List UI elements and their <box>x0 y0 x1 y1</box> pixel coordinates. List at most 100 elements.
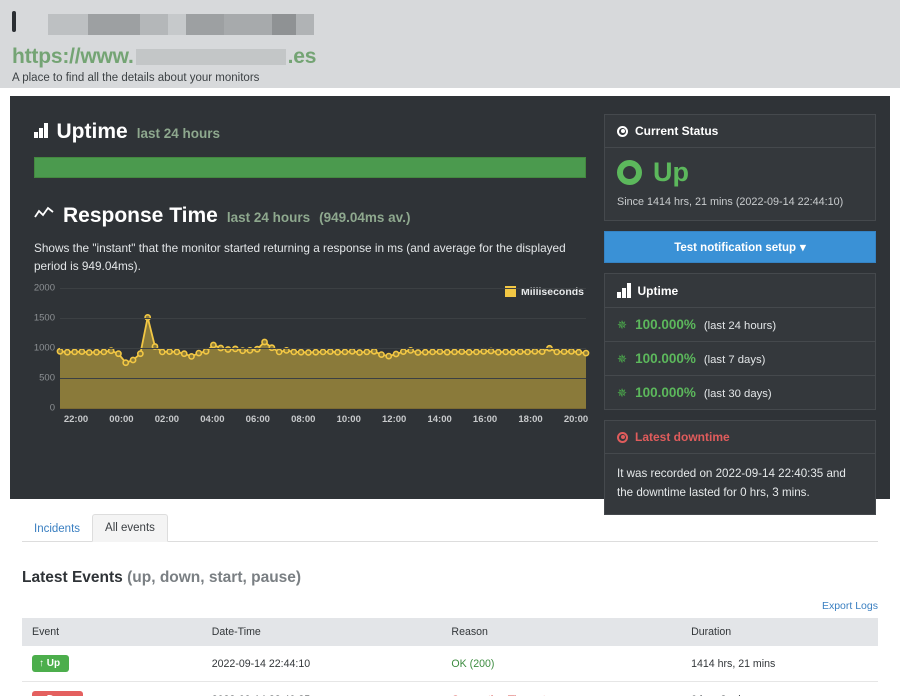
chart-data-point <box>560 347 568 355</box>
datetime-cell: 2022-09-14 22:40:35 <box>201 681 442 696</box>
reason-cell: Connection Timeout <box>441 681 682 696</box>
chart-data-point <box>370 347 378 355</box>
circle-dot-icon <box>617 431 628 443</box>
response-time-subtitle: last 24 hours <box>226 210 311 225</box>
uptime-stats-title: Uptime <box>637 283 679 298</box>
chart-data-point <box>399 347 407 355</box>
chart-x-tick-label: 04:00 <box>200 413 225 425</box>
response-time-description: Shows the "instant" that the monitor sta… <box>34 241 566 274</box>
chart-data-point <box>480 347 488 355</box>
chart-data-point <box>312 348 320 356</box>
chart-x-tick-label: 08:00 <box>291 413 316 425</box>
chart-y-tick-label: 2000 <box>33 282 55 294</box>
circle-dot-icon <box>617 125 628 137</box>
chart-x-tick-label: 14:00 <box>427 413 452 425</box>
chart-data-point <box>188 352 195 360</box>
chart-data-point <box>304 348 312 356</box>
chart-data-point <box>290 348 298 355</box>
chart-area-fill <box>60 316 586 408</box>
event-cell: ↑ Up <box>22 646 202 682</box>
uptime-percent: 100.000% <box>635 317 696 332</box>
status-badge: ↓ Down <box>32 691 83 696</box>
url-prefix: https://www. <box>12 44 134 68</box>
chart-y-tick-label: 1500 <box>33 312 55 324</box>
chart-data-point <box>575 348 583 356</box>
response-time-section-header: Response Time last 24 hours (949.04ms av… <box>34 204 590 228</box>
uptime-stats-header: Uptime <box>605 274 875 308</box>
status-row: Up <box>617 159 863 186</box>
column-header-reason: Reason <box>441 618 682 646</box>
uptime-percent: 100.000% <box>635 385 696 400</box>
export-logs-link[interactable]: Export Logs <box>822 600 878 612</box>
chart-data-point <box>158 348 166 355</box>
chart-data-point <box>341 348 349 355</box>
chart-y-tick-label: 0 <box>49 402 55 414</box>
chart-x-tick-label: 16:00 <box>472 413 498 425</box>
column-header-date-time: Date-Time <box>201 618 442 646</box>
chart-data-point <box>334 348 342 356</box>
chart-data-point <box>85 348 93 356</box>
chart-data-point <box>429 348 436 355</box>
monitor-url[interactable]: https://www. .es <box>12 43 900 70</box>
chart-y-tick-label: 1000 <box>33 342 55 354</box>
uptime-stat-row: ✵ 100.000% (last 7 days) <box>605 342 875 376</box>
chart-data-point <box>100 348 108 355</box>
chart-data-point <box>473 348 480 355</box>
chart-data-point <box>465 348 473 356</box>
response-time-title: Response Time <box>63 204 218 227</box>
chart-data-point <box>63 348 71 356</box>
chart-data-point <box>195 349 203 357</box>
dashboard-right-column: Current Status Up Since 1414 hrs, 21 min… <box>604 110 876 516</box>
chart-data-point <box>93 348 100 356</box>
status-since-text: Since 1414 hrs, 21 mins (2022-09-14 22:4… <box>617 196 844 208</box>
chart-data-point <box>436 347 444 355</box>
redaction-block <box>296 13 314 35</box>
chart-gridline <box>60 377 586 379</box>
chart-data-point <box>502 348 510 355</box>
status-badge: Up <box>653 157 689 187</box>
chart-data-point <box>166 347 173 355</box>
chart-data-point <box>173 348 181 355</box>
gear-icon: ✵ <box>617 386 628 400</box>
test-notification-setup-button[interactable]: Test notification setup ▾ <box>604 231 876 263</box>
page-header: https://www. .es A place to find all the… <box>0 0 900 88</box>
chart-data-point <box>71 348 79 355</box>
chart-x-tick-label: 02:00 <box>154 413 180 425</box>
status-badge: ↑ Up <box>32 655 70 672</box>
redaction-block <box>168 13 186 35</box>
page-tagline: A place to find all the details about yo… <box>12 72 260 84</box>
chart-x-tick-label: 12:00 <box>382 413 407 425</box>
chart-data-point <box>385 352 393 360</box>
events-tabs: Incidents All events <box>22 513 878 542</box>
chart-data-point <box>516 347 524 355</box>
response-time-average: (949.04ms av.) <box>319 210 411 225</box>
chart-data-point <box>567 347 575 355</box>
export-row: Export Logs <box>22 596 878 614</box>
chart-data-point <box>129 356 137 363</box>
chart-y-tick-label: 500 <box>39 372 55 384</box>
chevron-down-icon: ▾ <box>800 242 806 254</box>
tab-incidents[interactable]: Incidents <box>22 516 92 542</box>
latest-events-title-suffix: (up, down, start, pause) <box>127 569 302 586</box>
chart-data-point <box>56 347 64 355</box>
chart-data-point <box>524 348 531 355</box>
current-status-header: Current Status <box>605 115 875 148</box>
response-time-chart: Milliseconds 0 500 1000 1500 2000 22:00 00:00… <box>33 282 590 428</box>
current-status-body: Up Since 1414 hrs, 21 mins (2022-09-14 2… <box>605 148 875 220</box>
uptime-stat-row: ✵ 100.000% (last 30 days) <box>605 376 875 409</box>
chart-x-tick-label: 00:00 <box>109 413 134 425</box>
bar-chart-icon <box>617 283 631 298</box>
tab-all-events[interactable]: All events <box>92 514 168 542</box>
latest-events-title: Latest Events (up, down, start, pause) <box>22 569 878 587</box>
latest-downtime-text: It was recorded on 2022-09-14 22:40:35 a… <box>617 467 846 499</box>
chart-data-point <box>136 349 144 357</box>
chart-data-point <box>451 348 458 355</box>
uptime-period: (last 24 hours) <box>703 320 777 332</box>
table-row: ↑ Up 2022-09-14 22:44:10 OK (200) 1414 hrs,… <box>22 646 878 682</box>
chart-data-point <box>363 348 371 355</box>
events-table-body: ↑ Up 2022-09-14 22:44:10 OK (200) 1414 hrs,… <box>22 646 878 696</box>
uptime-percent: 100.000% <box>635 351 696 366</box>
uptime-subtitle: last 24 hours <box>136 126 220 141</box>
chart-data-point <box>538 347 546 355</box>
chart-data-point <box>494 348 502 356</box>
